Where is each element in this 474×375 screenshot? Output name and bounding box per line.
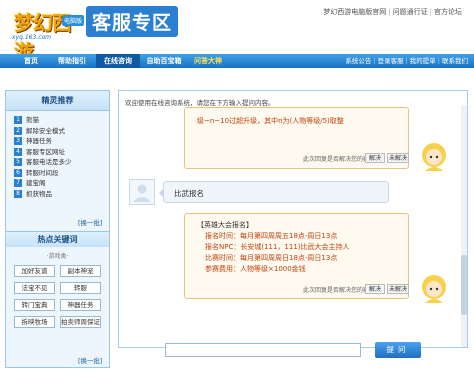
bot-message-line: 报名时间：每月第四周周五18点-周日13点 — [205, 232, 338, 240]
keyword-button[interactable]: 副本神宠 — [60, 265, 101, 277]
user-message: 比武报名 — [159, 181, 389, 203]
faq-number: 2 — [14, 126, 22, 135]
bot-message: 【英雄大会报名】 报名时间：每月第四周周五18点-周日13点 报名NPC：长安城… — [184, 213, 409, 299]
faq-item[interactable]: 1 熊猫 — [14, 115, 109, 126]
chat-panel: 欢迎使用在线咨询系统，请您在下方输入提问内容。 级~n~10过超升级，其中n为(… — [118, 90, 468, 348]
tab-help[interactable]: 帮助指引 — [50, 54, 94, 68]
top-link-official-site[interactable]: 梦幻西游电脑版官网 — [323, 8, 386, 16]
keyword-button[interactable]: 法宝不见 — [14, 282, 55, 294]
bot-message-line: 参赛费用：人物等级×1000金钱 — [205, 265, 306, 273]
link-my-tickets[interactable]: 我的提单 — [410, 57, 436, 65]
sidebar: 精灵推荐 1 熊猫 2 解除安全模式 3 神器任务 4 客服专区网址 5 客服电话是多少 … — [5, 90, 110, 368]
faq-text: 解除安全模式 — [26, 126, 65, 135]
keyword-button[interactable]: 转服 — [60, 282, 101, 294]
ask-button[interactable]: 提问 — [375, 342, 421, 358]
main-nav: 首页 帮助指引 在线咨询 自助百宝箱 问答大神 系统公告 | 登录客服 | 我的提单 | 联… — [0, 54, 474, 68]
unsolved-button[interactable]: 未解决 — [387, 153, 409, 163]
logo-badge: 电脑版 — [62, 15, 85, 26]
faq-item[interactable]: 6 转服时间段 — [14, 168, 109, 179]
faq-item[interactable]: 8 抓获物品 — [14, 189, 109, 200]
link-login-service[interactable]: 登录客服 — [378, 57, 404, 65]
link-contact[interactable]: 联系我们 — [442, 57, 468, 65]
faq-number: 6 — [14, 168, 22, 177]
faq-item[interactable]: 5 客服电话是多少 — [14, 157, 109, 168]
tab-self-service[interactable]: 自助百宝箱 — [142, 54, 186, 68]
faq-text: 抓获物品 — [26, 189, 52, 198]
tab-home[interactable]: 首页 — [14, 54, 48, 68]
logo-url: xyq.163.com — [12, 34, 51, 41]
faq-item[interactable]: 3 神器任务 — [14, 136, 109, 147]
faq-text: 客服电话是多少 — [26, 158, 72, 166]
hot-keywords-subtitle: ·游戏类· — [46, 253, 69, 260]
chat-scrollbar[interactable] — [461, 105, 467, 347]
faq-number: 7 — [14, 179, 22, 187]
user-avatar — [129, 179, 155, 205]
keyword-button[interactable]: 加好友谱 — [14, 265, 55, 277]
bot-message: 级~n~10过超升级，其中n为(人物等级/5)取整 此次回复是否解决您的疑问： … — [184, 107, 409, 169]
logo[interactable]: 梦幻西游 电脑版 xyq.163.com — [4, 3, 86, 64]
top-link-forum[interactable]: 官方论坛 — [434, 8, 462, 16]
top-links: 梦幻西游电脑版官网 | 问题通行证 | 官方论坛 — [323, 8, 462, 16]
refresh-keywords-button[interactable]: [换一批] — [78, 355, 103, 365]
bot-avatar — [422, 143, 446, 171]
top-link-passport[interactable]: 问题通行证 — [393, 8, 428, 16]
faq-number: 4 — [14, 147, 22, 156]
bot-message-line: 比赛时间：每月第四周周日18点-周日13点 — [205, 254, 338, 262]
question-input[interactable] — [165, 343, 361, 357]
faq-text: 熊猫 — [26, 116, 39, 124]
tab-qa-master[interactable]: 问答大神 — [188, 54, 228, 68]
scrollbar-thumb[interactable] — [461, 255, 467, 315]
welcome-text: 欢迎使用在线咨询系统，请您在下方输入提问内容。 — [125, 99, 275, 107]
faq-text: 建宝阁 — [26, 179, 46, 187]
faq-number: 8 — [14, 189, 22, 198]
keyword-button[interactable]: 转门宝典 — [14, 299, 55, 311]
tab-online-consult[interactable]: 在线咨询 — [96, 54, 140, 68]
keyword-button[interactable]: 拍卖师周保证 — [60, 316, 101, 328]
nav-right-links: 系统公告 | 登录客服 | 我的提单 | 联系我们 — [345, 57, 468, 65]
faq-text: 神器任务 — [26, 137, 52, 145]
faq-item[interactable]: 7 建宝阁 — [14, 178, 109, 189]
unsolved-button[interactable]: 未解决 — [387, 284, 409, 294]
sidebar-title: 精灵推荐 — [6, 91, 109, 111]
faq-text: 客服专区网址 — [26, 147, 65, 156]
faq-list: 1 熊猫 2 解除安全模式 3 神器任务 4 客服专区网址 5 客服电话是多少 6 转服时间… — [6, 111, 109, 199]
faq-number: 5 — [14, 158, 22, 166]
hot-keywords-title: 热点关键词 — [6, 231, 109, 247]
solved-button[interactable]: 解决 — [365, 284, 385, 294]
solved-button[interactable]: 解决 — [365, 153, 385, 163]
refresh-faq-button[interactable]: [换一批] — [78, 217, 103, 227]
faq-number: 1 — [14, 116, 22, 124]
bot-avatar — [422, 275, 446, 303]
faq-number: 3 — [14, 137, 22, 145]
faq-item[interactable]: 4 客服专区网址 — [14, 147, 109, 158]
page-title: 客服专区 — [86, 6, 179, 37]
keyword-button[interactable]: 拆映牧场 — [14, 316, 55, 328]
header: 梦幻西游 电脑版 xyq.163.com 客服专区 梦幻西游电脑版官网 | 问题通行… — [0, 0, 474, 64]
bot-message-text: 级~n~10过超升级，其中n为(人物等级/5)取整 — [197, 117, 344, 125]
user-message-text: 比武报名 — [174, 189, 204, 198]
bot-message-title: 【英雄大会报名】 — [197, 221, 253, 229]
bot-message-line: 报名NPC：长安城(111，111)比武大会主持人 — [205, 243, 350, 251]
faq-text: 转服时间段 — [26, 168, 59, 177]
faq-item[interactable]: 2 解除安全模式 — [14, 126, 109, 137]
keyword-button[interactable]: 神器任务 — [60, 299, 101, 311]
link-announcements[interactable]: 系统公告 — [345, 57, 371, 65]
